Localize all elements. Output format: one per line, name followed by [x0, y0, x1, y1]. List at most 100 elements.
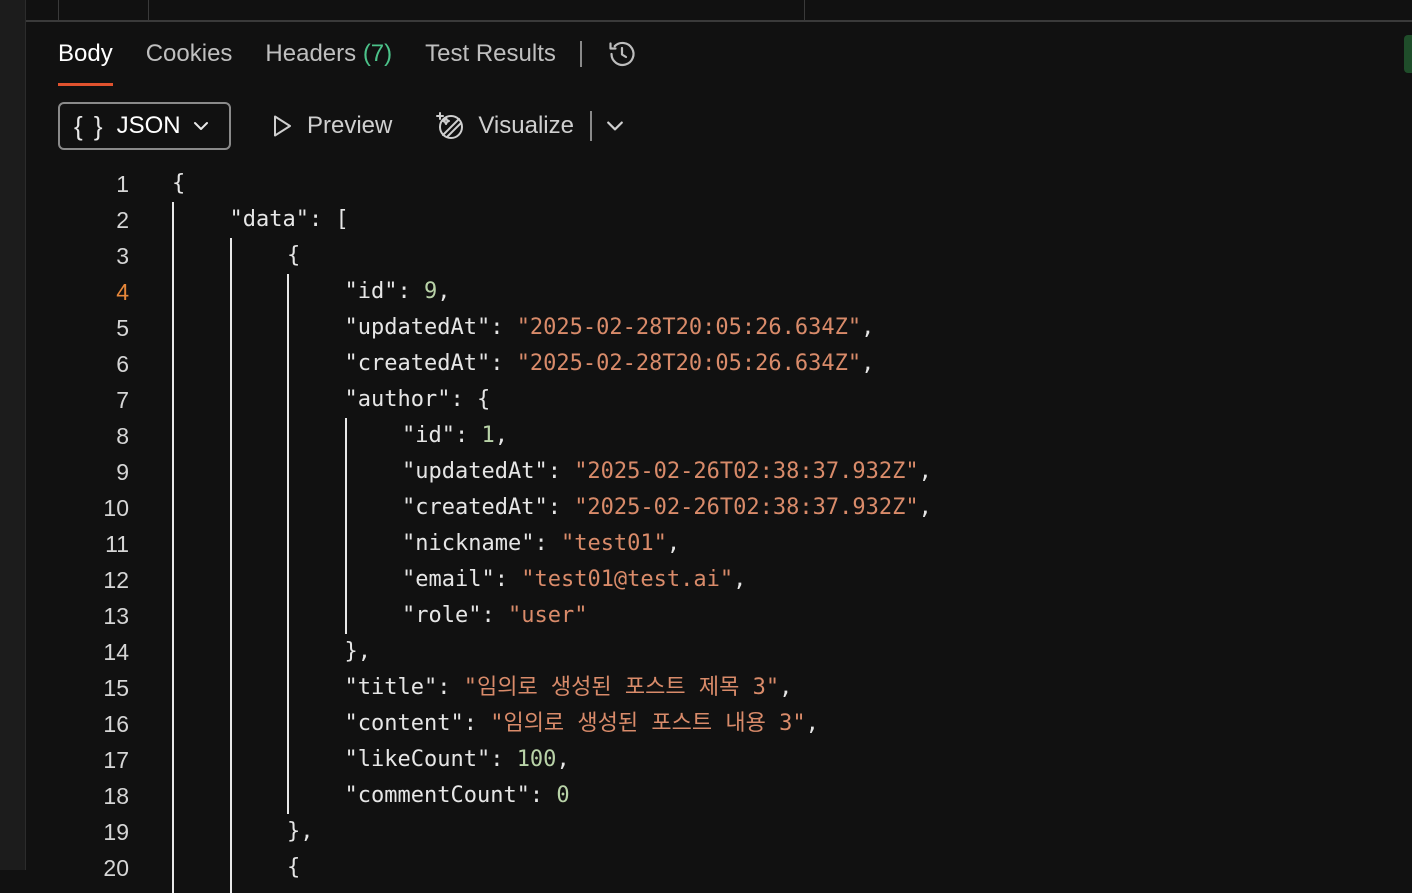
tab-headers[interactable]: Headers (7) [265, 38, 392, 86]
code-token: "content": [344, 711, 491, 736]
code-text: { [287, 850, 300, 886]
code-line: 13 "role": "user" [0, 598, 1412, 634]
code-token: , [494, 423, 508, 448]
preview-button[interactable]: Preview [269, 112, 392, 140]
code-text: }, [345, 634, 372, 670]
code-line: 17 "likeCount": 100, [0, 742, 1412, 778]
line-number: 16 [103, 711, 129, 737]
line-number: 6 [116, 351, 129, 377]
format-select[interactable]: { } JSON [58, 102, 231, 150]
code-text: "commentCount": 0 [345, 778, 570, 814]
line-number: 9 [116, 459, 129, 485]
number-token: 9 [423, 279, 438, 304]
code-token: , [861, 351, 875, 376]
number-token: 1 [481, 423, 495, 448]
chevron-down-icon [193, 122, 208, 130]
code-token: "createdAt": [402, 495, 575, 520]
line-number: 7 [116, 387, 129, 413]
code-text: }, [287, 814, 314, 850]
line-number: 8 [116, 423, 129, 449]
string-token: "2025-02-28T20:05:26.634Z" [516, 351, 862, 376]
code-token: , [733, 567, 747, 592]
tab-body[interactable]: Body [58, 38, 113, 86]
tab-label: Body [58, 40, 113, 67]
tab-label: Test Results [425, 40, 556, 67]
line-number: 12 [103, 567, 129, 593]
code-line: 12 "email": "test01@test.ai", [0, 562, 1412, 598]
line-number: 5 [116, 315, 129, 341]
tab-cookies[interactable]: Cookies [146, 38, 233, 86]
indent-guide [172, 202, 174, 893]
code-token: { [287, 855, 301, 880]
line-number: 13 [103, 603, 129, 629]
line-number: 15 [103, 675, 129, 701]
code-token: , [556, 747, 570, 772]
code-token: , [918, 495, 932, 520]
indent-guide [344, 418, 347, 634]
request-pane-border [26, 0, 1412, 22]
number-token: 100 [516, 747, 557, 772]
code-token: "commentCount": [344, 783, 557, 808]
code-token: , [861, 315, 875, 340]
json-response-editor[interactable]: 1{2 "data": [3{4 "id": 9, 5 "updatedAt": "20… [0, 166, 1412, 893]
code-text: "author": { [345, 382, 491, 418]
chevron-down-icon[interactable] [606, 117, 624, 135]
code-line: 16 "content": "임의로 생성된 포스트 내용 3", [0, 706, 1412, 742]
tab-label: Cookies [145, 40, 233, 67]
code-line: 6 "createdAt": "2025-02-28T20:05:26.634Z"… [0, 346, 1412, 382]
number-token: 0 [556, 783, 570, 808]
code-line: 20 { [0, 850, 1412, 886]
response-toolbar: { } JSON Preview Visualize [58, 102, 624, 150]
response-tabs: Body Cookies Headers (7) Test Results [58, 38, 638, 88]
indent-guide [287, 274, 289, 814]
string-token: "2025-02-26T02:38:37.932Z" [574, 459, 919, 484]
code-line: 18 "commentCount": 0 [0, 778, 1412, 814]
pane-divider [804, 0, 805, 20]
code-text: { [287, 238, 300, 274]
code-token: , [918, 459, 932, 484]
indent-guide [229, 238, 232, 893]
code-token: , [805, 711, 819, 736]
code-token: , [666, 531, 681, 556]
code-text: "createdAt": "2025-02-26T02:38:37.932Z", [402, 490, 932, 526]
code-token: , [779, 675, 793, 700]
code-token: "createdAt": [344, 351, 517, 376]
code-text: "title": "임의로 생성된 포스트 제목 3", [345, 670, 793, 706]
code-line: 7 "author": { [0, 382, 1412, 418]
headers-count-badge: (7) [362, 40, 393, 67]
line-number: 19 [103, 819, 129, 845]
code-token: "data": [ [229, 207, 349, 232]
code-line: 9 "updatedAt": "2025-02-26T02:38:37.932Z"… [0, 454, 1412, 490]
code-token: "updatedAt": [344, 315, 517, 340]
code-token: { [287, 243, 301, 268]
pane-divider [58, 0, 59, 20]
code-token: }, [344, 639, 372, 664]
code-line: 5 "updatedAt": "2025-02-28T20:05:26.634Z"… [0, 310, 1412, 346]
code-line: 2 "data": [ [0, 202, 1412, 238]
line-number: 2 [116, 207, 129, 233]
code-token: "nickname": [402, 531, 561, 556]
code-token: "likeCount": [344, 747, 517, 772]
pane-divider [148, 0, 149, 20]
line-number: 18 [103, 783, 129, 809]
line-number: 10 [103, 495, 129, 521]
tab-separator [579, 41, 582, 67]
format-label: JSON [116, 112, 181, 139]
visualize-button[interactable]: Visualize [434, 110, 574, 142]
code-text: "email": "test01@test.ai", [402, 562, 746, 598]
code-text: "createdAt": "2025-02-28T20:05:26.634Z", [345, 346, 875, 382]
tab-test-results[interactable]: Test Results [425, 38, 556, 86]
code-token: "author": { [344, 387, 491, 412]
string-token: "test01@test.ai" [521, 567, 734, 592]
line-number: 17 [103, 747, 129, 773]
code-line: 4 "id": 9, [0, 274, 1412, 310]
code-line: 8 "id": 1, [0, 418, 1412, 454]
code-line: 15 "title": "임의로 생성된 포스트 제목 3", [0, 670, 1412, 706]
code-text: "data": [ [230, 202, 349, 238]
line-number: 4 [116, 279, 129, 305]
code-token: "title": [344, 675, 464, 700]
tab-label: Headers [265, 40, 357, 67]
code-token: , [437, 279, 451, 304]
history-icon[interactable] [606, 38, 638, 70]
code-token: "id": [344, 279, 424, 304]
